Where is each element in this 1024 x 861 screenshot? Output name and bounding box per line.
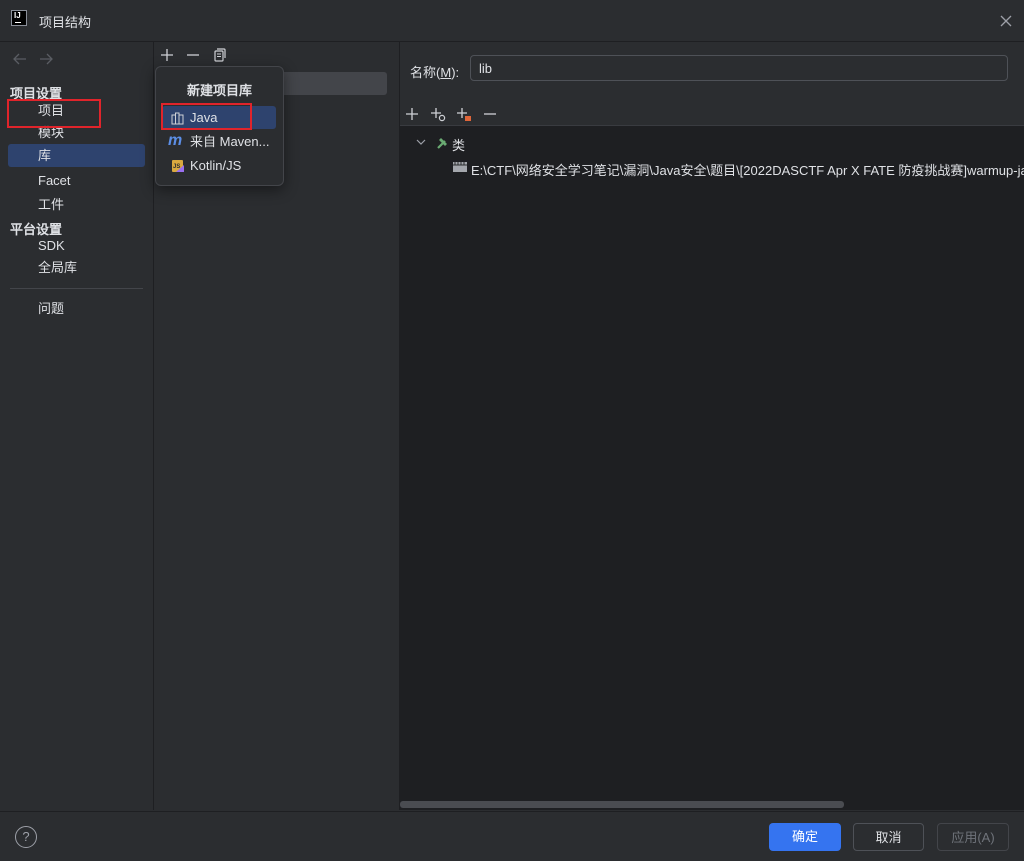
annotation-highlight-box (7, 99, 101, 128)
cancel-button[interactable]: 取消 (853, 823, 924, 851)
remove-library-button[interactable] (184, 46, 202, 64)
back-button[interactable] (10, 50, 30, 68)
ok-button[interactable]: 确定 (769, 823, 841, 851)
app-icon-text: IJ (14, 11, 21, 20)
copy-icon[interactable] (210, 46, 228, 64)
name-label-mnemonic: M (440, 65, 452, 80)
nav-item-sdk[interactable]: SDK (8, 234, 145, 257)
hammer-icon (437, 138, 447, 149)
nav-item-artifacts[interactable]: 工件 (8, 193, 145, 216)
svg-text:JS: JS (173, 164, 180, 170)
copy-library-button[interactable] (210, 46, 228, 64)
popup-item-kotlin-js[interactable]: JS Kotlin/JS (162, 154, 276, 177)
classes-path-item[interactable]: E:\CTF\网络安全学习笔记\漏洞\Java安全\题目\[2022DASCTF… (471, 160, 1024, 179)
add-library-button[interactable] (158, 46, 176, 64)
minus-icon[interactable] (481, 105, 499, 123)
kotlin-js-icon: JS (170, 158, 186, 174)
popup-item-label: Kotlin/JS (190, 158, 242, 173)
name-label-suffix: ): (451, 65, 460, 80)
library-list-item[interactable] (280, 72, 387, 95)
arrow-left-icon[interactable] (10, 50, 30, 68)
nav-item-global-libraries[interactable]: 全局库 (8, 256, 145, 279)
plus-excluded-icon[interactable] (455, 105, 473, 123)
arrow-right-icon[interactable] (36, 50, 56, 68)
add-exclusion-button[interactable] (455, 105, 473, 123)
annotation-highlight-box (161, 103, 252, 130)
name-label-text: 名称( (410, 65, 441, 80)
popup-item-maven[interactable]: m 来自 Maven... (162, 130, 276, 153)
intellij-app-icon: IJ (11, 10, 27, 26)
help-button[interactable]: ? (15, 826, 37, 848)
popup-title: 新建项目库 (186, 83, 252, 98)
nav-item-libraries[interactable]: 库 (8, 144, 145, 167)
classes-label: 类 (452, 138, 466, 153)
library-name-row: 名称(M): (400, 42, 1024, 125)
name-label: 名称(M): (410, 62, 459, 81)
remove-root-button[interactable] (481, 105, 499, 123)
add-root-button[interactable] (403, 105, 421, 123)
forward-button[interactable] (36, 50, 56, 68)
apply-button[interactable]: 应用(A) (937, 823, 1009, 851)
plus-icon[interactable] (158, 46, 176, 64)
plus-gear-icon[interactable] (429, 105, 447, 123)
nav-divider (10, 288, 143, 289)
nav-item-facets[interactable]: Facet (8, 169, 145, 192)
dialog-footer: ? 确定 取消 应用(A) (0, 811, 1024, 861)
library-details-panel: 名称(M): 类 E:\CTF\网络安全学习笔记\漏洞\Java安全\题目\[2… (400, 42, 1024, 810)
add-with-settings-button[interactable] (429, 105, 447, 123)
window-title: 项目结构 (39, 15, 92, 30)
popup-item-label: 来自 Maven... (190, 134, 270, 149)
close-icon[interactable] (996, 11, 1016, 31)
minus-icon[interactable] (184, 46, 202, 64)
horizontal-scrollbar[interactable] (400, 801, 844, 808)
settings-nav-panel: 项目设置 项目 模块 库 Facet 工件 平台设置 SDK 全局库 问题 (0, 42, 154, 810)
chevron-down-icon[interactable] (416, 134, 452, 154)
title-bar: IJ 项目结构 (0, 0, 1024, 42)
maven-icon: m (168, 132, 183, 149)
plus-icon[interactable] (403, 105, 421, 123)
classes-tree-node[interactable] (416, 134, 452, 154)
toolbar-divider (400, 125, 1024, 126)
close-button[interactable] (996, 11, 1016, 31)
nav-item-problems[interactable]: 问题 (8, 297, 145, 320)
library-name-input[interactable] (470, 55, 1008, 81)
folder-archive-icon (452, 160, 468, 174)
